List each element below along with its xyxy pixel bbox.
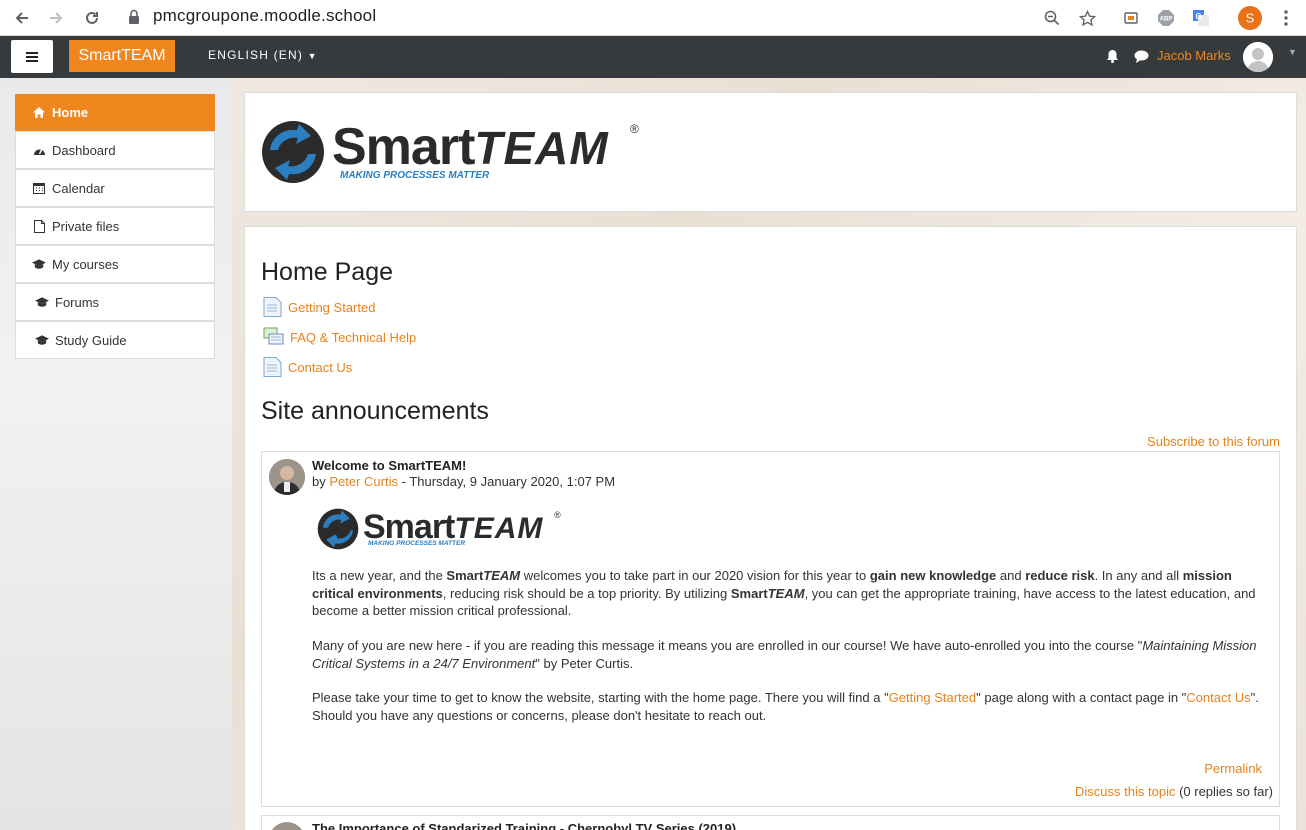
- browser-menu-icon[interactable]: [1272, 4, 1300, 32]
- site-brand-link[interactable]: SmartTEAM: [69, 40, 175, 72]
- dashboard-icon: [32, 143, 46, 157]
- post-byline: by Peter Curtis - Thursday, 9 January 20…: [312, 474, 615, 489]
- logo-text-team: TEAM: [474, 122, 609, 174]
- reload-icon[interactable]: [78, 4, 106, 32]
- sidebar-item-label: My courses: [52, 256, 119, 272]
- resource-faq[interactable]: FAQ & Technical Help: [263, 326, 416, 348]
- zoom-icon[interactable]: [1038, 4, 1066, 32]
- file-icon: [32, 219, 46, 233]
- forum-post: The Importance of Standarized Training -…: [261, 815, 1280, 830]
- sidebar-item-label: Dashboard: [52, 142, 116, 158]
- browser-toolbar: pmcgroupone.moodle.school ABP G S: [0, 0, 1306, 36]
- logo-tagline: MAKING PROCESSES MATTER: [368, 540, 466, 547]
- sidebar-item-label: Home: [52, 105, 89, 120]
- post-subject: The Importance of Standarized Training -…: [312, 821, 737, 830]
- smartteam-logo[interactable]: SmartTEAM MAKING PROCESSES MATTER ®: [260, 118, 645, 186]
- permalink-link[interactable]: Permalink: [1160, 761, 1262, 776]
- sidebar-item-home[interactable]: Home: [15, 94, 215, 131]
- translate-icon[interactable]: G: [1187, 4, 1215, 32]
- page-icon: [263, 297, 282, 317]
- author-avatar[interactable]: [269, 822, 305, 830]
- discuss-topic-link[interactable]: Discuss this topic: [1075, 784, 1175, 799]
- sidebar-item-my-courses[interactable]: My courses: [15, 245, 215, 283]
- user-menu-name[interactable]: Jacob Marks: [1157, 48, 1231, 63]
- address-bar[interactable]: pmcgroupone.moodle.school: [153, 6, 376, 26]
- svg-text:G: G: [1195, 12, 1201, 21]
- sidebar-item-label: Private files: [52, 218, 120, 234]
- sidebar-item-label: Forums: [55, 294, 100, 310]
- caret-down-icon: ▼: [307, 51, 318, 61]
- logo-arrows-icon: [317, 508, 359, 550]
- page-title: Home Page: [261, 258, 394, 286]
- sidebar-item-dashboard[interactable]: Dashboard: [15, 131, 215, 169]
- logo-registered-mark: ®: [630, 122, 639, 136]
- contact-us-link[interactable]: Contact Us: [1186, 690, 1250, 705]
- post-logo-image: SmartTEAM MAKING PROCESSES MATTER ®: [316, 508, 566, 550]
- sidebar-item-study-guide[interactable]: Study Guide: [15, 321, 215, 359]
- svg-text:S: S: [1246, 11, 1255, 26]
- user-avatar[interactable]: [1243, 42, 1273, 72]
- resource-link[interactable]: FAQ & Technical Help: [290, 330, 416, 345]
- post-paragraph-2: Many of you are new here - if you are re…: [312, 638, 1257, 671]
- lock-icon: [129, 9, 139, 24]
- language-menu[interactable]: ENGLISH (EN) ▼: [208, 48, 318, 62]
- sidebar-item-label: Calendar: [52, 180, 105, 196]
- post-paragraph-3: Please take your time to get to know the…: [312, 690, 1259, 723]
- logo-text-smart: Smart: [332, 118, 475, 176]
- post-subject: Welcome to SmartTEAM!: [312, 458, 467, 473]
- resource-link[interactable]: Getting Started: [288, 300, 375, 315]
- forum-post: [261, 451, 1280, 807]
- discuss-row: Discuss this topic (0 replies so far): [960, 784, 1273, 799]
- bell-icon[interactable]: [1106, 49, 1119, 63]
- star-icon[interactable]: [1073, 4, 1101, 32]
- site-announcements-heading: Site announcements: [261, 397, 489, 425]
- author-link[interactable]: Peter Curtis: [329, 474, 398, 489]
- replies-count: (0 replies so far): [1175, 784, 1273, 799]
- hamburger-icon: [26, 51, 38, 62]
- language-label: ENGLISH (EN): [208, 48, 304, 62]
- post-date: - Thursday, 9 January 2020, 1:07 PM: [398, 474, 616, 489]
- logo-tagline: MAKING PROCESSES MATTER: [340, 170, 490, 181]
- graduation-cap-icon: [35, 333, 49, 347]
- svg-text:ABP: ABP: [1160, 17, 1173, 23]
- back-icon[interactable]: [8, 4, 36, 32]
- profile-avatar-icon[interactable]: S: [1236, 4, 1264, 32]
- sidebar-item-forums[interactable]: Forums: [15, 283, 215, 321]
- getting-started-link[interactable]: Getting Started: [889, 690, 976, 705]
- cast-icon[interactable]: [1117, 4, 1145, 32]
- graduation-cap-icon: [32, 257, 46, 271]
- calendar-icon: [32, 181, 46, 195]
- logo-arrows-icon: [262, 121, 324, 183]
- sidebar-item-calendar[interactable]: Calendar: [15, 169, 215, 207]
- page-icon: [263, 357, 282, 377]
- subscribe-forum-link[interactable]: Subscribe to this forum: [1100, 434, 1280, 449]
- post-paragraph-1: Its a new year, and the SmartTEAM welcom…: [312, 568, 1256, 618]
- forum-icon: [263, 327, 284, 345]
- forward-icon[interactable]: [42, 4, 70, 32]
- logo-registered-mark: ®: [554, 510, 561, 520]
- resource-getting-started[interactable]: Getting Started: [263, 296, 375, 318]
- logo-text-team: TEAM: [454, 512, 544, 545]
- adblock-icon[interactable]: ABP: [1152, 4, 1180, 32]
- sidebar-item-private-files[interactable]: Private files: [15, 207, 215, 245]
- author-avatar[interactable]: [269, 459, 305, 495]
- byline-by: by: [312, 474, 326, 489]
- home-icon: [32, 106, 46, 120]
- menu-toggle-button[interactable]: [11, 40, 53, 73]
- user-menu-caret-icon[interactable]: ▼: [1288, 47, 1297, 57]
- sidebar-item-label: Study Guide: [55, 332, 127, 348]
- graduation-cap-icon: [35, 295, 49, 309]
- chat-icon[interactable]: [1134, 50, 1149, 63]
- resource-contact-us[interactable]: Contact Us: [263, 356, 352, 378]
- resource-link[interactable]: Contact Us: [288, 360, 352, 375]
